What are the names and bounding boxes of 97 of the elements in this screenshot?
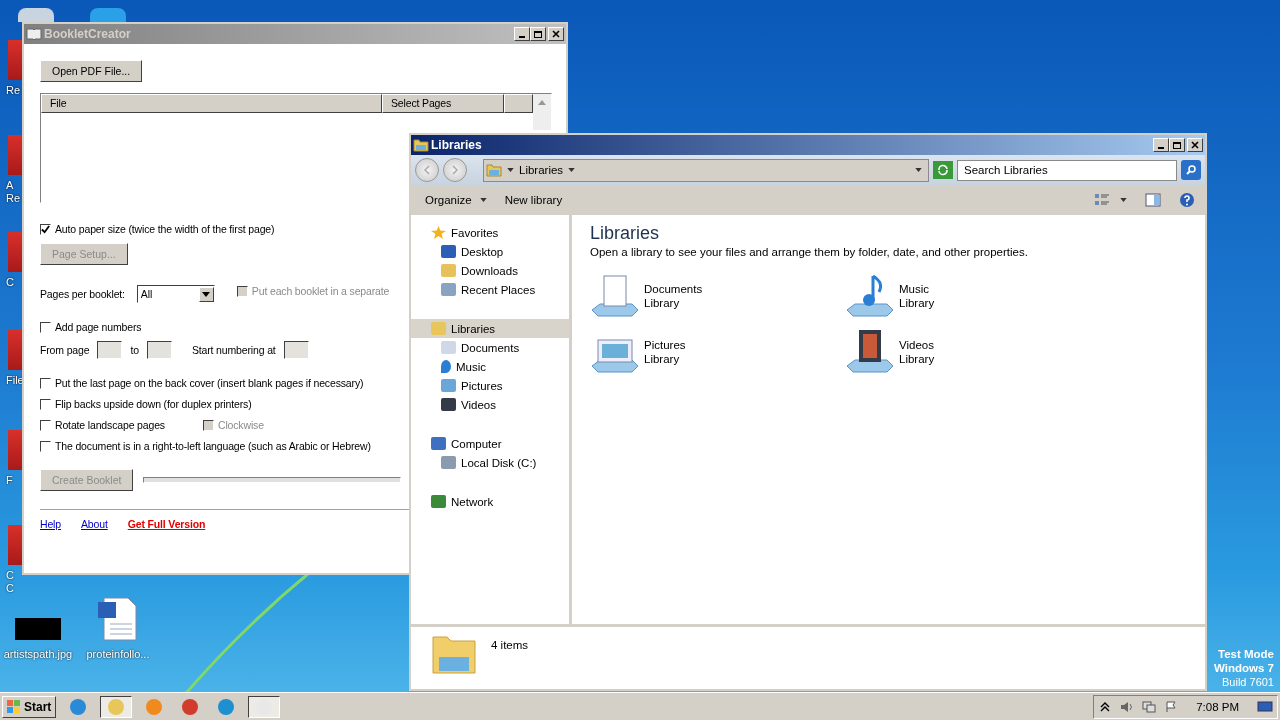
item-count: 4 items bbox=[491, 639, 529, 651]
maximize-button[interactable] bbox=[1169, 138, 1185, 152]
library-name[interactable]: Videos bbox=[899, 338, 935, 352]
link[interactable]: Help bbox=[40, 518, 61, 530]
dropdown-arrow-icon[interactable] bbox=[1120, 198, 1127, 202]
library-type: Library bbox=[899, 352, 935, 366]
close-button[interactable] bbox=[1187, 138, 1203, 152]
refresh-button[interactable] bbox=[933, 161, 953, 179]
description-text: Open a library to see your files and arrange them by folder, date, and other properties. bbox=[590, 246, 1029, 258]
nav-item[interactable]: Recent Places bbox=[411, 280, 569, 299]
nav-item[interactable]: Libraries bbox=[411, 319, 569, 338]
nav-item[interactable]: Local Disk (C:) bbox=[411, 453, 569, 472]
column-header[interactable]: File bbox=[41, 94, 382, 113]
checkbox-label: Auto paper size (twice the width of the first page) bbox=[55, 223, 275, 235]
column-header[interactable]: Select Pages bbox=[382, 94, 504, 113]
nav-item[interactable]: Downloads bbox=[411, 261, 569, 280]
icon-label: F bbox=[6, 474, 13, 487]
icon-label: Re bbox=[6, 84, 21, 97]
windows-logo-icon bbox=[7, 699, 21, 714]
preview-pane-icon[interactable] bbox=[1145, 193, 1161, 207]
speaker-icon[interactable] bbox=[1120, 700, 1135, 713]
close-button[interactable] bbox=[548, 27, 564, 41]
refresh-icon bbox=[937, 164, 949, 176]
page-heading: Libraries bbox=[590, 223, 661, 244]
checkbox-label: Put each booklet in a separate bbox=[251, 285, 390, 297]
nav-item[interactable]: Network bbox=[411, 492, 569, 511]
start-number-field[interactable] bbox=[283, 341, 309, 359]
scrollbar[interactable] bbox=[533, 94, 551, 130]
close-icon bbox=[552, 30, 560, 38]
library-name[interactable]: Pictures bbox=[644, 338, 686, 352]
link[interactable]: About bbox=[81, 518, 108, 530]
to-page-field[interactable] bbox=[146, 341, 172, 359]
column-header[interactable] bbox=[504, 94, 533, 113]
test-mode-text: Build 7601 bbox=[1222, 675, 1274, 689]
icon-label: File bbox=[6, 374, 24, 387]
library-name[interactable]: Documents bbox=[644, 282, 703, 296]
pages-dropdown[interactable]: All bbox=[136, 285, 215, 303]
library-name[interactable]: Music bbox=[899, 282, 935, 296]
nav-item[interactable]: Favorites bbox=[411, 223, 569, 242]
library-type: Library bbox=[644, 352, 681, 366]
icon-label: C bbox=[6, 569, 14, 582]
clock[interactable]: 7:08 PM bbox=[1196, 700, 1239, 713]
icon-label: artistspath.jpg bbox=[3, 648, 73, 660]
show-desktop-icon[interactable] bbox=[1257, 700, 1273, 713]
minimize-button[interactable] bbox=[514, 27, 530, 41]
checkbox-label: Flip backs upside down (for duplex printers) bbox=[55, 398, 252, 410]
test-mode-text: Test Mode bbox=[1218, 647, 1274, 661]
test-mode-text: Windows 7 bbox=[1214, 661, 1274, 675]
flag-icon[interactable] bbox=[1164, 700, 1179, 713]
icon-label: C bbox=[6, 276, 14, 289]
videos-library-icon[interactable] bbox=[845, 328, 895, 376]
booklet-taskbar-button[interactable] bbox=[248, 695, 281, 718]
close-icon bbox=[1191, 141, 1199, 149]
nav-item[interactable]: Desktop bbox=[411, 242, 569, 261]
toolbar-button[interactable]: New library bbox=[504, 194, 563, 206]
from-page-label: From page bbox=[40, 344, 90, 356]
search-field[interactable]: Search Libraries bbox=[957, 159, 1177, 181]
minimize-button[interactable] bbox=[1153, 138, 1169, 152]
icon-label: proteinfollo... bbox=[86, 648, 150, 660]
music-library-icon[interactable] bbox=[845, 272, 895, 320]
window-title: Libraries bbox=[431, 138, 483, 152]
checkbox-label: Put the last page on the back cover (insert blank pages if necessary) bbox=[55, 377, 364, 389]
image-thumbnail-icon[interactable] bbox=[15, 618, 61, 640]
to-label: to bbox=[130, 344, 139, 356]
icon-label: C bbox=[6, 582, 14, 595]
library-type: Library bbox=[644, 296, 681, 310]
help-icon[interactable] bbox=[1179, 192, 1195, 208]
nav-item[interactable]: Computer bbox=[411, 434, 569, 453]
checkbox-label: The document is in a right-to-left language (such as Arabic or Hebrew) bbox=[55, 440, 371, 452]
open-pdf-button[interactable]: Open PDF File... bbox=[40, 60, 143, 82]
nav-item[interactable]: Music bbox=[411, 357, 569, 376]
dropdown-arrow-icon[interactable] bbox=[202, 291, 211, 297]
icon-label: Re bbox=[6, 192, 21, 205]
link[interactable]: Get Full Version bbox=[127, 518, 206, 530]
search-button[interactable] bbox=[1181, 160, 1201, 180]
pages-per-booklet-label: Pages per booklet: bbox=[40, 288, 125, 300]
nav-item[interactable]: Pictures bbox=[411, 376, 569, 395]
explorer-taskbar-button[interactable] bbox=[100, 695, 133, 718]
search-icon bbox=[1185, 164, 1197, 176]
book-icon bbox=[26, 27, 42, 41]
start-numbering-label: Start numbering at bbox=[191, 344, 276, 356]
start-button[interactable]: Start bbox=[2, 695, 57, 718]
network-icon[interactable] bbox=[1142, 700, 1157, 713]
icon-label: A bbox=[6, 179, 14, 192]
library-type: Library bbox=[899, 296, 935, 310]
checkbox-label: Add page numbers bbox=[55, 321, 142, 333]
checkbox-label: Rotate landscape pages bbox=[55, 419, 165, 431]
from-page-field[interactable] bbox=[97, 341, 123, 359]
folder-icon bbox=[413, 138, 429, 152]
nav-item[interactable]: Documents bbox=[411, 338, 569, 357]
toolbar-button[interactable]: Organize bbox=[425, 194, 487, 206]
window-title: BookletCreator bbox=[44, 27, 132, 41]
checkbox[interactable] bbox=[40, 223, 51, 235]
nav-item[interactable]: Videos bbox=[411, 395, 569, 414]
checkbox-label: Clockwise bbox=[217, 419, 264, 431]
maximize-button[interactable] bbox=[530, 27, 546, 41]
address-bar[interactable]: Libraries bbox=[483, 158, 929, 182]
